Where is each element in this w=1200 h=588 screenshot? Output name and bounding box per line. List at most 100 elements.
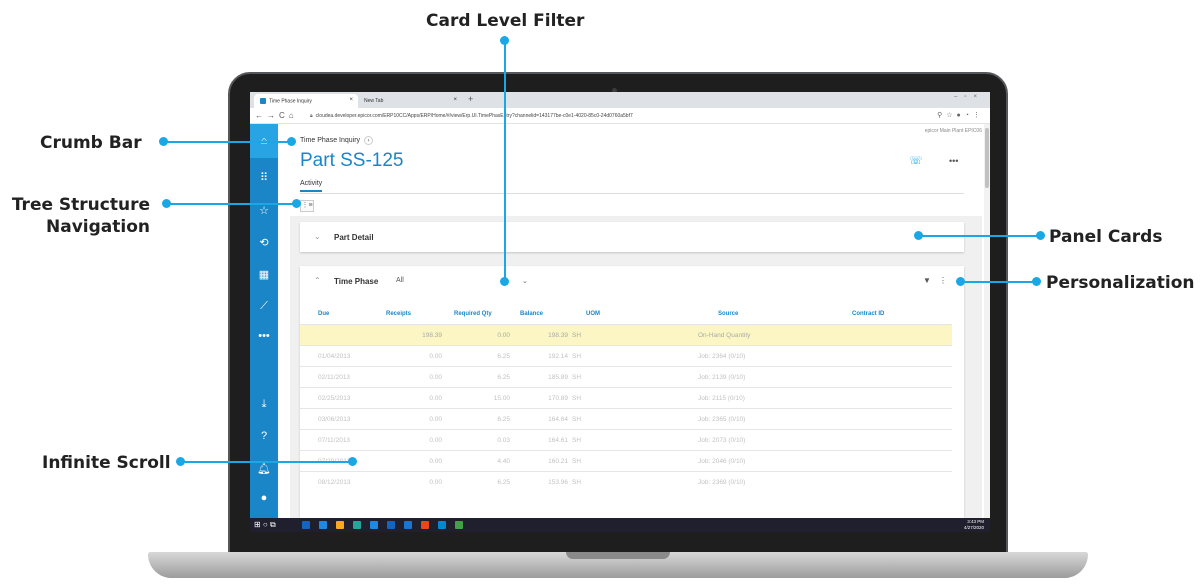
cell-source: Job: 2139 (0/10) — [698, 374, 746, 381]
column-header-balance[interactable]: Balance — [520, 311, 543, 317]
cell-source: Job: 2364 (0/10) — [698, 353, 746, 360]
cell-receipts: 0.00 — [429, 416, 442, 423]
cell-receipts: 0.00 — [429, 479, 442, 486]
epicor-favicon-icon — [260, 98, 266, 104]
cell-uom: SH — [572, 395, 582, 402]
column-header-contract-id[interactable]: Contract ID — [852, 311, 884, 317]
table-row[interactable]: 03/06/2013 0.00 6.25 164.64 SH Job: 2365 (0/1… — [300, 408, 952, 429]
table-row[interactable]: 07/29/20130.004.40160.21SHJob: 2046 (0/1… — [300, 450, 952, 471]
cell-source: Job: 2369 (0/10) — [698, 479, 746, 486]
callout-dot — [914, 231, 923, 240]
browser-tab-bar: Time Phase Inquiry × New Tab × + –▫× — [250, 92, 990, 108]
taskbar-clock[interactable]: 3:43 PM 4/27/2020 — [964, 519, 984, 531]
cell-due: 02/11/2013 — [318, 374, 351, 381]
time-phase-grid: Due Receipts Required Qty Balance UOM So… — [300, 306, 952, 492]
chevron-right-icon[interactable]: › — [364, 136, 374, 145]
callout-infinite-scroll: Infinite Scroll — [42, 453, 171, 473]
help-icon[interactable]: ? — [250, 430, 278, 442]
cell-required: 15.00 — [493, 395, 510, 402]
taskbar-app-icon[interactable] — [336, 521, 344, 529]
more-icon[interactable]: ••• — [250, 330, 278, 342]
card-title[interactable]: Time Phase — [334, 277, 378, 286]
star-icon[interactable]: ☆ — [250, 204, 278, 217]
chevron-up-icon[interactable]: ⌃ — [314, 276, 321, 285]
taskbar-app-icon[interactable] — [319, 521, 327, 529]
annotated-screenshot: Time Phase Inquiry × New Tab × + –▫× ←→C… — [0, 0, 1200, 588]
cell-uom: SH — [572, 374, 582, 381]
tree-navigation-button[interactable]: ⋮≡ — [300, 200, 314, 212]
taskbar-app-icon[interactable] — [455, 521, 463, 529]
taskbar-app-icon[interactable] — [387, 521, 395, 529]
column-header-receipts[interactable]: Receipts — [386, 311, 411, 317]
history-icon[interactable]: ⟲ — [250, 236, 278, 249]
callout-dot — [500, 36, 509, 45]
taskbar-app-icon[interactable] — [370, 521, 378, 529]
page-scrollbar-thumb[interactable] — [985, 128, 989, 188]
cell-receipts: 0.00 — [429, 437, 442, 444]
cell-due: 08/12/2013 — [318, 479, 351, 486]
table-row[interactable]: 02/25/2013 0.00 15.00 170.89 SH Job: 2115 (0/… — [300, 387, 952, 408]
browser-tab-active[interactable]: Time Phase Inquiry × — [254, 94, 358, 108]
new-tab-button[interactable]: + — [468, 94, 473, 104]
filter-icon[interactable]: ▼ — [923, 276, 931, 285]
bell-icon[interactable]: 🔔︎ — [250, 462, 278, 475]
cell-required: 6.25 — [497, 479, 510, 486]
tab-activity[interactable]: Activity — [300, 180, 323, 192]
column-header-required-qty[interactable]: Required Qty — [454, 311, 492, 317]
navigation-buttons[interactable]: ←→C⌂ — [255, 111, 298, 120]
user-icon[interactable]: ● — [250, 492, 278, 504]
cell-required: 0.00 — [497, 332, 510, 339]
window-controls[interactable]: –▫× — [954, 94, 984, 100]
url-field[interactable]: 🔒︎ cloudea.developer.epicor.com/ERP10CC/A… — [310, 113, 633, 119]
column-header-source[interactable]: Source — [718, 311, 738, 317]
page-title: Part SS-125 — [300, 150, 404, 171]
taskbar-app-icon[interactable] — [353, 521, 361, 529]
chevron-down-icon[interactable]: ⌄ — [314, 232, 321, 241]
browser-tab-inactive[interactable]: New Tab × — [358, 94, 462, 108]
callout-dot — [162, 199, 171, 208]
callout-dot — [1032, 277, 1041, 286]
chevron-down-icon[interactable]: ⌄ — [522, 277, 528, 285]
overflow-menu-icon[interactable]: ••• — [949, 156, 958, 166]
cell-source: Job: 2073 (0/10) — [698, 437, 746, 444]
cell-receipts: 0.00 — [429, 395, 442, 402]
card-title[interactable]: Part Detail — [334, 233, 374, 242]
browser-extension-icons[interactable]: ⚲☆●◔⋮ — [937, 111, 984, 119]
column-header-uom[interactable]: UOM — [586, 311, 600, 317]
taskbar-app-icon[interactable] — [421, 521, 429, 529]
taskbar-app-icon[interactable] — [404, 521, 412, 529]
cell-due: 07/11/2013 — [318, 437, 351, 444]
callout-crumb-bar: Crumb Bar — [40, 133, 142, 153]
cell-source: Job: 2115 (0/10) — [698, 395, 745, 402]
taskbar-app-icon[interactable] — [302, 521, 310, 529]
windows-start-icon[interactable]: ⊞ ○ ⧉ — [254, 520, 276, 530]
grid-body: 198.39 0.00 198.39 SH On-Hand Quantity 01/04/… — [300, 324, 952, 492]
part-detail-card[interactable]: ⌄ Part Detail — [300, 222, 964, 252]
column-header-due[interactable]: Due — [318, 311, 329, 317]
cell-balance: 153.96 — [548, 479, 568, 486]
cell-balance: 192.14 — [548, 353, 568, 360]
apps-icon[interactable]: ⠿ — [250, 171, 278, 184]
close-tab-icon[interactable]: × — [349, 97, 353, 103]
close-tab-icon[interactable]: × — [453, 97, 457, 103]
cell-receipts: 0.00 — [429, 458, 442, 465]
cell-due: 01/04/2013 — [318, 353, 351, 360]
card-filter-select[interactable]: All — [396, 277, 404, 284]
grid-header: Due Receipts Required Qty Balance UOM So… — [300, 306, 952, 324]
chart-icon[interactable]: ⟋ — [250, 300, 278, 313]
table-row[interactable]: 08/12/2013 0.00 6.25 153.96 SH Job: 2369 (0/1… — [300, 471, 952, 492]
phone-list-icon[interactable]: ☏ — [909, 154, 923, 167]
breadcrumb[interactable]: Time Phase Inquiry › — [300, 136, 374, 145]
epicor-sidebar: ⌂ ⠿ ☆ ⟲ ▦ ⟋ ••• ⤓ ? 🔔︎ ● — [250, 124, 278, 518]
download-icon[interactable]: ⤓ — [250, 398, 278, 411]
dashboard-icon[interactable]: ▦ — [250, 268, 278, 281]
browser-tab-title: New Tab — [364, 98, 384, 104]
table-row[interactable]: 02/11/2013 0.00 6.25 185.89 SH Job: 2139 (0/1… — [300, 366, 952, 387]
breadcrumb-item[interactable]: Time Phase Inquiry — [300, 137, 360, 144]
table-row[interactable]: 01/04/2013 0.00 6.25 192.14 SH Job: 2364 (0/1… — [300, 345, 952, 366]
cell-uom: SH — [572, 353, 582, 360]
kebab-menu-icon[interactable]: ⋮ — [939, 276, 947, 285]
table-row[interactable]: 198.39 0.00 198.39 SH On-Hand Quantity — [300, 324, 952, 345]
table-row[interactable]: 07/11/2013 0.00 0.03 164.61 SH Job: 2073 (0/1… — [300, 429, 952, 450]
taskbar-app-icon[interactable] — [438, 521, 446, 529]
